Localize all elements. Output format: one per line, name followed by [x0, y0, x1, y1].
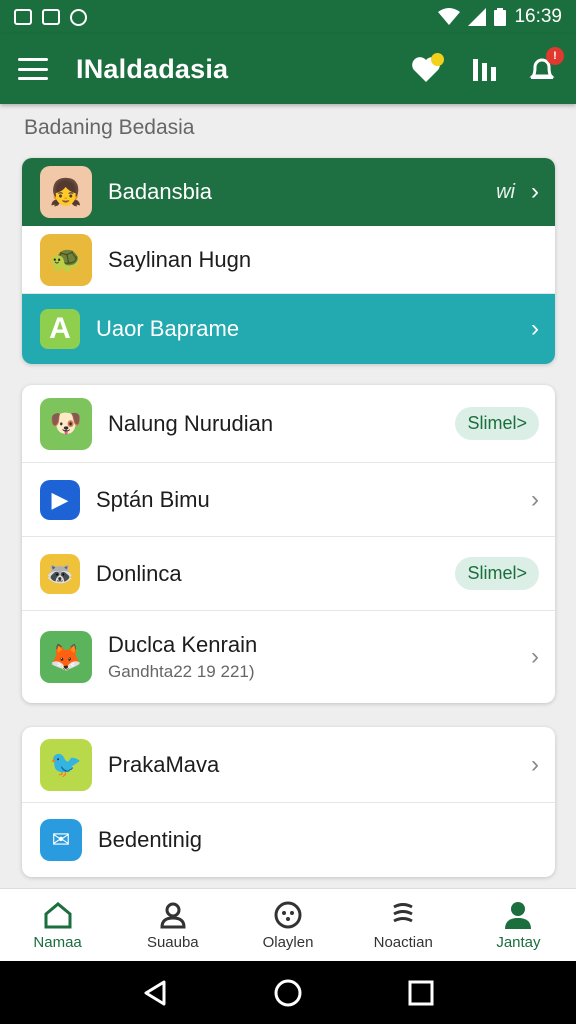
list-item[interactable]: 🦊 Duclca Kenrain Gandhta22 19 221) ›	[22, 611, 555, 703]
list-item[interactable]: 👧 Badansbia wi ›	[22, 158, 555, 226]
gallery-notification-icon	[14, 9, 32, 25]
list-item[interactable]: 🐶 Nalung Nurudian Slimel>	[22, 385, 555, 463]
chevron-right-icon: ›	[531, 750, 539, 778]
status-badge[interactable]: Slimel>	[455, 557, 539, 590]
dog-icon: 🐶	[40, 397, 92, 450]
chevron-right-icon: ›	[531, 643, 539, 670]
wifi-icon	[438, 8, 461, 25]
bottom-navigation: Namaa Suauba Olaylen Noactian Jantay	[0, 888, 576, 961]
smiley-icon	[273, 900, 303, 930]
person-icon	[503, 900, 533, 930]
girl-avatar-icon: 👧	[40, 166, 92, 218]
list-item[interactable]: ▶ Sptán Bimu ›	[22, 463, 555, 537]
section-heading: Badaning Bedasia	[24, 116, 195, 139]
featured-card: 👧 Badansbia wi › 🐢 Saylinan Hugn A Uaor …	[22, 158, 555, 364]
nav-games[interactable]: Olaylen	[230, 889, 345, 961]
item-tail: wi	[496, 180, 515, 203]
image-notification-icon	[42, 9, 60, 25]
status-bar: 16:39	[0, 0, 576, 34]
favorites-indicator	[431, 53, 444, 66]
list-item[interactable]: 🦝 Donlinca Slimel>	[22, 537, 555, 611]
bars-icon	[473, 59, 496, 81]
letter-a-icon: A	[40, 309, 80, 349]
battery-icon	[494, 8, 507, 26]
mail-icon: ✉	[40, 819, 82, 861]
list-item[interactable]: ✉ Bedentinig	[22, 803, 555, 877]
home-icon	[43, 900, 73, 930]
chevron-right-icon: ›	[531, 178, 539, 205]
coil-icon	[388, 900, 418, 930]
nav-people[interactable]: Suauba	[115, 889, 230, 961]
back-icon[interactable]	[142, 979, 168, 1007]
sync-notification-icon	[70, 8, 87, 26]
more-card: 🐦 PrakaMava › ✉ Bedentinig	[22, 727, 555, 877]
system-navigation-bar	[0, 961, 576, 1024]
chevron-right-icon: ›	[531, 315, 539, 342]
notifications-button[interactable]: !	[526, 47, 564, 85]
recents-icon[interactable]	[408, 980, 434, 1006]
stats-button[interactable]	[468, 53, 500, 85]
chevron-right-icon: ›	[531, 485, 539, 513]
character-icon: 🦝	[40, 553, 80, 594]
menu-icon[interactable]	[18, 58, 48, 80]
play-icon: ▶	[40, 479, 80, 520]
bird-icon: 🐦	[40, 738, 92, 791]
list-item[interactable]: 🐦 PrakaMava ›	[22, 727, 555, 803]
favorites-button[interactable]	[410, 53, 444, 85]
apps-card: 🐶 Nalung Nurudian Slimel> ▶ Sptán Bimu ›…	[22, 385, 555, 703]
turtle-icon: 🐢	[40, 233, 92, 286]
signal-icon	[468, 8, 487, 26]
notification-badge: !	[546, 47, 564, 65]
nav-home[interactable]: Namaa	[0, 889, 115, 961]
status-badge[interactable]: Slimel>	[455, 407, 539, 440]
home-circle-icon[interactable]	[273, 978, 303, 1008]
app-title: INaldadasia	[76, 53, 229, 84]
item-subtitle: Gandhta22 19 221)	[108, 662, 255, 681]
fox-icon: 🦊	[40, 631, 92, 683]
list-item[interactable]: 🐢 Saylinan Hugn	[22, 226, 555, 294]
clock: 16:39	[514, 6, 562, 27]
list-item[interactable]: A Uaor Baprame ›	[22, 294, 555, 364]
nav-profile[interactable]: Jantay	[461, 889, 576, 961]
people-icon	[158, 900, 188, 930]
nav-activity[interactable]: Noactian	[346, 889, 461, 961]
app-bar: INaldadasia !	[0, 34, 576, 104]
